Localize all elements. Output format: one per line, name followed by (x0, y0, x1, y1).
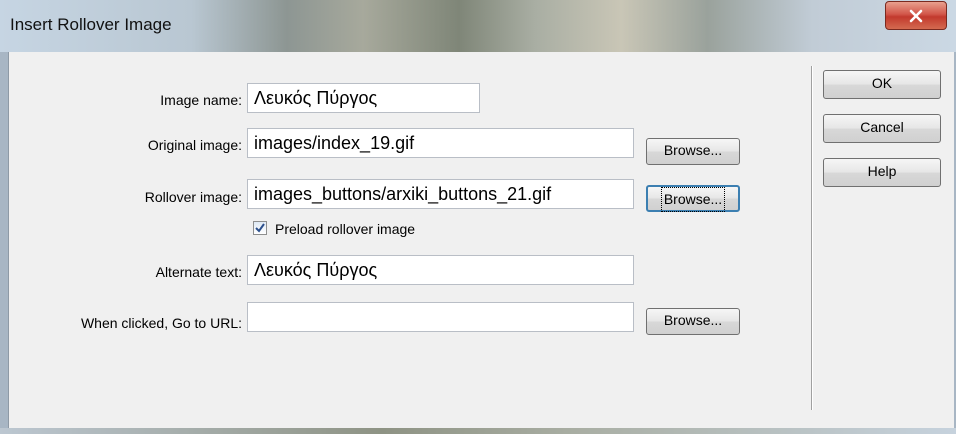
rollover-image-browse-button[interactable]: Browse... (646, 185, 740, 212)
image-name-label: Image name: (160, 92, 242, 108)
close-button[interactable] (885, 1, 947, 30)
rollover-image-input[interactable]: images_buttons/arxiki_buttons_21.gif (247, 179, 634, 209)
window-bottom-border (0, 428, 956, 434)
dialog-window: Insert Rollover Image Image name: Λευκός… (0, 0, 956, 434)
preload-label: Preload rollover image (275, 221, 416, 237)
vertical-divider (811, 66, 813, 410)
original-image-label: Original image: (147, 137, 242, 153)
dialog-title: Insert Rollover Image (10, 15, 172, 34)
image-name-input[interactable]: Λευκός Πύργος (247, 83, 480, 113)
rollover-browse-label: Browse... (660, 187, 726, 212)
rollover-image-label: Rollover image: (144, 189, 242, 205)
alternate-text-input[interactable]: Λευκός Πύργος (247, 255, 634, 285)
close-icon (909, 9, 923, 22)
url-input[interactable] (247, 302, 634, 332)
original-image-input[interactable]: images/index_19.gif (247, 128, 634, 158)
title-bar[interactable]: Insert Rollover Image (0, 0, 956, 52)
dialog-body: Image name: Λευκός Πύργος Original image… (8, 52, 954, 428)
original-image-browse-button[interactable]: Browse... (646, 138, 740, 165)
help-button[interactable]: Help (823, 158, 941, 187)
url-browse-button[interactable]: Browse... (646, 308, 740, 335)
ok-button[interactable]: OK (823, 70, 941, 99)
checkmark-icon (255, 223, 265, 233)
alternate-text-label: Alternate text: (155, 264, 242, 280)
preload-checkbox[interactable] (253, 221, 267, 235)
cancel-button[interactable]: Cancel (823, 114, 941, 143)
url-label: When clicked, Go to URL: (80, 315, 242, 331)
